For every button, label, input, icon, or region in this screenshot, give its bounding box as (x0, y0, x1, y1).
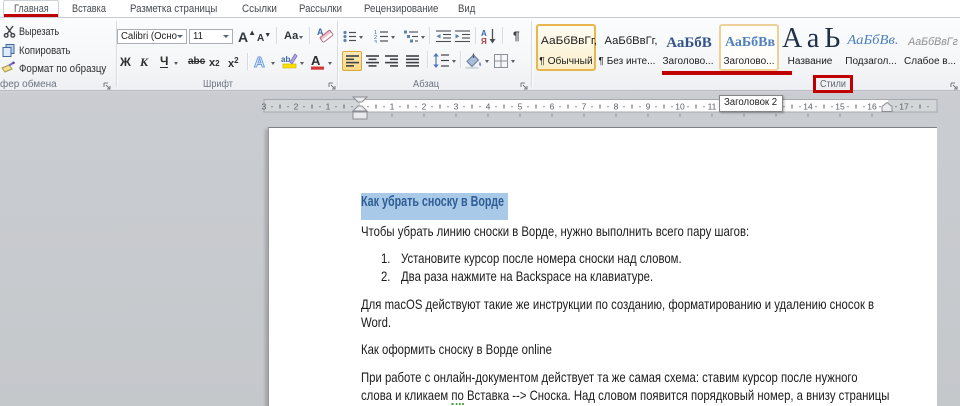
svg-text:ab: ab (281, 55, 290, 64)
svg-text:2: 2 (294, 102, 299, 112)
svg-text:3: 3 (374, 40, 377, 43)
svg-text:А: А (254, 54, 265, 69)
svg-text:15: 15 (835, 102, 845, 112)
svg-text:7: 7 (582, 102, 587, 112)
svg-text:6: 6 (550, 102, 555, 112)
svg-text:А: А (311, 53, 321, 68)
svg-text:2: 2 (422, 102, 427, 112)
svg-text:1: 1 (326, 102, 331, 112)
svg-text:17: 17 (899, 102, 909, 112)
svg-text:1: 1 (390, 102, 395, 112)
svg-text:4: 4 (486, 102, 491, 112)
svg-text:9: 9 (646, 102, 651, 112)
svg-text:Я: Я (481, 37, 487, 44)
svg-text:3: 3 (454, 102, 459, 112)
svg-text:5: 5 (518, 102, 523, 112)
svg-text:10: 10 (675, 102, 685, 112)
svg-text:11: 11 (708, 102, 717, 112)
svg-text:16: 16 (867, 102, 877, 112)
svg-text:3: 3 (262, 102, 267, 112)
svg-text:14: 14 (803, 102, 813, 112)
svg-text:8: 8 (614, 102, 619, 112)
